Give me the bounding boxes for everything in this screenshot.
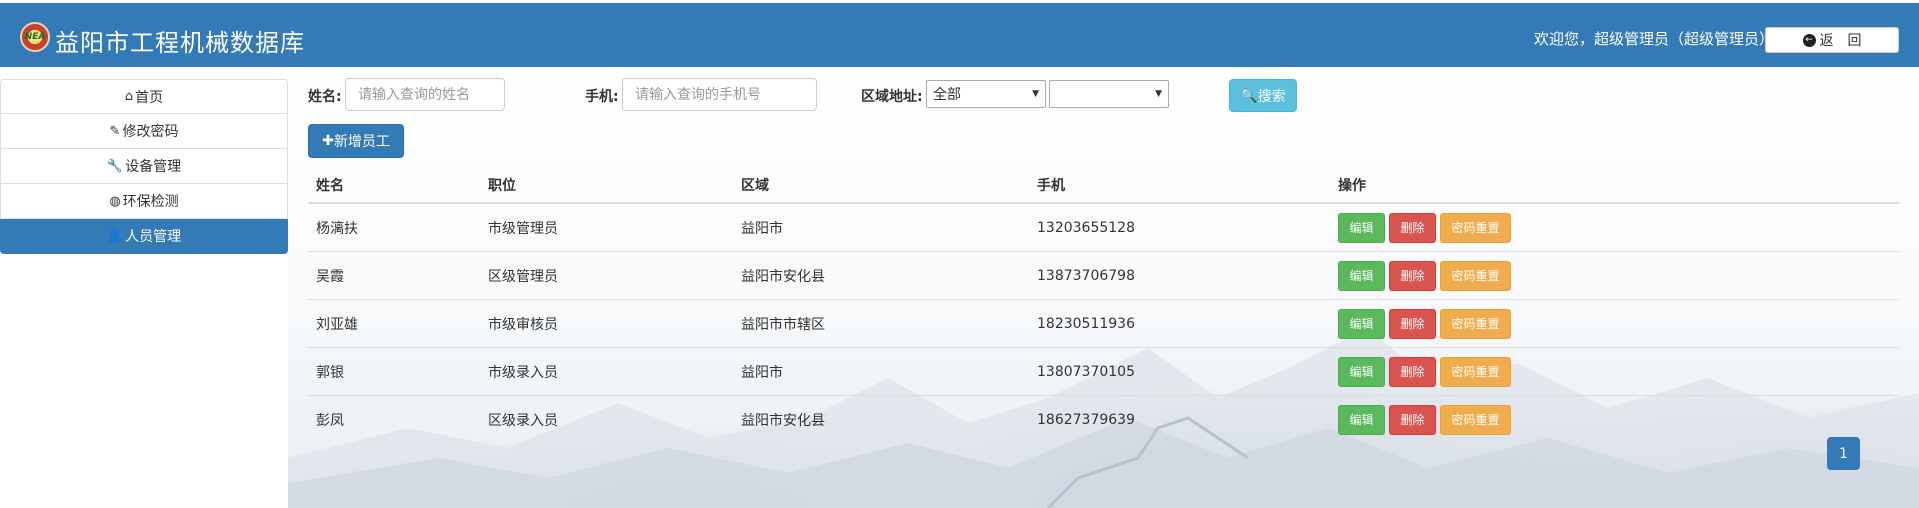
cell-position: 区级管理员 <box>488 268 558 285</box>
employee-table: 姓名 职位 区域 手机 操作 杨漓扶 市级管理员 益阳市 13203655128 编辑删… <box>308 167 1899 443</box>
home-icon: ⌂ <box>124 89 134 104</box>
column-header-actions: 操作 <box>1338 177 1366 194</box>
region-label: 区域地址: <box>861 89 923 105</box>
app-header: NEA 益阳市工程机械数据库 欢迎您，超级管理员（超级管理员） ← 返 回 <box>0 3 1919 67</box>
row-actions: 编辑 删除 密码重置 <box>1338 252 1511 299</box>
sidebar-nav: ⌂ 首页 ✎ 修改密码 🔧 设备管理 ◍ 环保检测 👤 人员管理 <box>0 79 288 254</box>
search-icon: 🔍 <box>1240 87 1258 104</box>
table-row: 刘亚雄 市级审核员 益阳市市辖区 18230511936 编辑 删除 密码重置 <box>308 299 1899 347</box>
row-actions: 编辑 删除 密码重置 <box>1338 204 1511 251</box>
cell-name: 刘亚雄 <box>316 316 358 333</box>
sidebar-item-label: 环保检测 <box>122 194 179 210</box>
table-header: 姓名 职位 区域 手机 操作 <box>308 167 1899 204</box>
cell-position: 市级管理员 <box>488 220 558 237</box>
edit-button[interactable]: 编辑 <box>1338 404 1385 435</box>
cell-region: 益阳市安化县 <box>741 268 825 285</box>
sidebar-item-personnel[interactable]: 👤 人员管理 <box>0 219 288 254</box>
cell-name: 彭凤 <box>316 412 344 429</box>
table-row: 吴霞 区级管理员 益阳市安化县 13873706798 编辑 删除 密码重置 <box>308 251 1899 299</box>
delete-button[interactable]: 删除 <box>1389 308 1436 339</box>
row-actions: 编辑 删除 密码重置 <box>1338 300 1511 347</box>
pagination-page-button[interactable]: 1 <box>1827 437 1860 470</box>
sidebar-item-label: 首页 <box>135 89 164 106</box>
column-header-phone: 手机 <box>1037 177 1065 194</box>
column-header-name: 姓名 <box>316 177 344 194</box>
back-button[interactable]: ← 返 回 <box>1765 27 1899 53</box>
sidebar-item-change-password[interactable]: ✎ 修改密码 <box>0 114 288 149</box>
edit-button[interactable]: 编辑 <box>1338 212 1385 243</box>
arrow-left-circle-icon: ← <box>1802 33 1816 47</box>
reset-password-button[interactable]: 密码重置 <box>1440 404 1511 435</box>
plus-icon: ✚ <box>322 133 334 149</box>
welcome-text: 欢迎您，超级管理员（超级管理员） <box>1533 30 1774 48</box>
reset-password-button[interactable]: 密码重置 <box>1440 260 1511 291</box>
subregion-select[interactable]: ▼ <box>1049 80 1169 108</box>
delete-button[interactable]: 删除 <box>1389 404 1436 435</box>
edit-button[interactable]: 编辑 <box>1338 356 1385 387</box>
cell-region: 益阳市市辖区 <box>741 316 825 333</box>
column-header-region: 区域 <box>741 177 769 194</box>
sidebar-item-environment[interactable]: ◍ 环保检测 <box>0 184 288 219</box>
pencil-icon: ✎ <box>109 123 121 139</box>
reset-password-button[interactable]: 密码重置 <box>1440 212 1511 243</box>
cell-region: 益阳市 <box>741 220 783 237</box>
reset-password-button[interactable]: 密码重置 <box>1440 308 1511 339</box>
main-content: 姓名: 手机: 区域地址: 全部 ▼ ▼ 🔍 搜索 ✚ 新增员工 姓名 职位 区… <box>288 67 1919 508</box>
name-search-input[interactable] <box>345 78 505 111</box>
phone-label: 手机: <box>585 89 619 105</box>
cell-phone: 18627379639 <box>1037 411 1135 428</box>
delete-button[interactable]: 删除 <box>1389 260 1436 291</box>
add-employee-label: 新增员工 <box>333 134 390 150</box>
delete-button[interactable]: 删除 <box>1389 356 1436 387</box>
cell-phone: 13873706798 <box>1037 267 1135 284</box>
column-header-position: 职位 <box>488 177 516 194</box>
sidebar-item-label: 修改密码 <box>122 124 179 140</box>
cell-name: 郭银 <box>316 364 344 381</box>
cell-region: 益阳市安化县 <box>741 412 825 429</box>
search-bar: 姓名: 手机: 区域地址: 全部 ▼ ▼ 🔍 搜索 <box>288 67 1919 127</box>
table-row: 彭凤 区级录入员 益阳市安化县 18627379639 编辑 删除 密码重置 <box>308 395 1899 443</box>
cell-position: 市级审核员 <box>488 316 558 333</box>
table-body: 杨漓扶 市级管理员 益阳市 13203655128 编辑 删除 密码重置 吴霞 区级管理员 益阳市… <box>308 204 1899 443</box>
logo: NEA <box>20 22 50 52</box>
phone-search-input[interactable] <box>622 78 817 111</box>
logo-text: NEA <box>24 32 46 42</box>
row-actions: 编辑 删除 密码重置 <box>1338 348 1511 395</box>
cell-phone: 13807370105 <box>1037 363 1135 380</box>
cell-name: 杨漓扶 <box>316 220 358 237</box>
table-row: 郭银 市级录入员 益阳市 13807370105 编辑 删除 密码重置 <box>308 347 1899 395</box>
chevron-down-icon: ▼ <box>1155 89 1162 99</box>
search-button[interactable]: 🔍 搜索 <box>1229 79 1297 112</box>
delete-button[interactable]: 删除 <box>1389 212 1436 243</box>
reset-password-button[interactable]: 密码重置 <box>1440 356 1511 387</box>
edit-button[interactable]: 编辑 <box>1338 308 1385 339</box>
sidebar-item-equipment[interactable]: 🔧 设备管理 <box>0 149 288 184</box>
cell-name: 吴霞 <box>316 268 344 285</box>
sidebar-item-label: 人员管理 <box>125 229 182 245</box>
edit-button[interactable]: 编辑 <box>1338 260 1385 291</box>
cell-position: 市级录入员 <box>488 364 558 381</box>
table-row: 杨漓扶 市级管理员 益阳市 13203655128 编辑 删除 密码重置 <box>308 204 1899 251</box>
cell-phone: 13203655128 <box>1037 219 1135 236</box>
sidebar-item-home[interactable]: ⌂ 首页 <box>0 79 288 114</box>
region-select-value: 全部 <box>933 87 961 103</box>
sidebar-item-label: 设备管理 <box>125 159 182 175</box>
row-actions: 编辑 删除 密码重置 <box>1338 396 1511 443</box>
cell-region: 益阳市 <box>741 364 783 381</box>
user-icon: 👤 <box>106 228 124 244</box>
globe-icon: ◍ <box>109 193 121 209</box>
region-select[interactable]: 全部 ▼ <box>926 80 1046 108</box>
app-title: 益阳市工程机械数据库 <box>55 29 305 57</box>
cell-phone: 18230511936 <box>1037 315 1135 332</box>
wrench-icon: 🔧 <box>106 158 124 174</box>
add-employee-button[interactable]: ✚ 新增员工 <box>308 124 404 158</box>
name-label: 姓名: <box>308 89 342 105</box>
search-button-label: 搜索 <box>1257 88 1286 105</box>
back-label: 返 回 <box>1819 33 1862 49</box>
chevron-down-icon: ▼ <box>1032 89 1039 99</box>
cell-position: 区级录入员 <box>488 412 558 429</box>
